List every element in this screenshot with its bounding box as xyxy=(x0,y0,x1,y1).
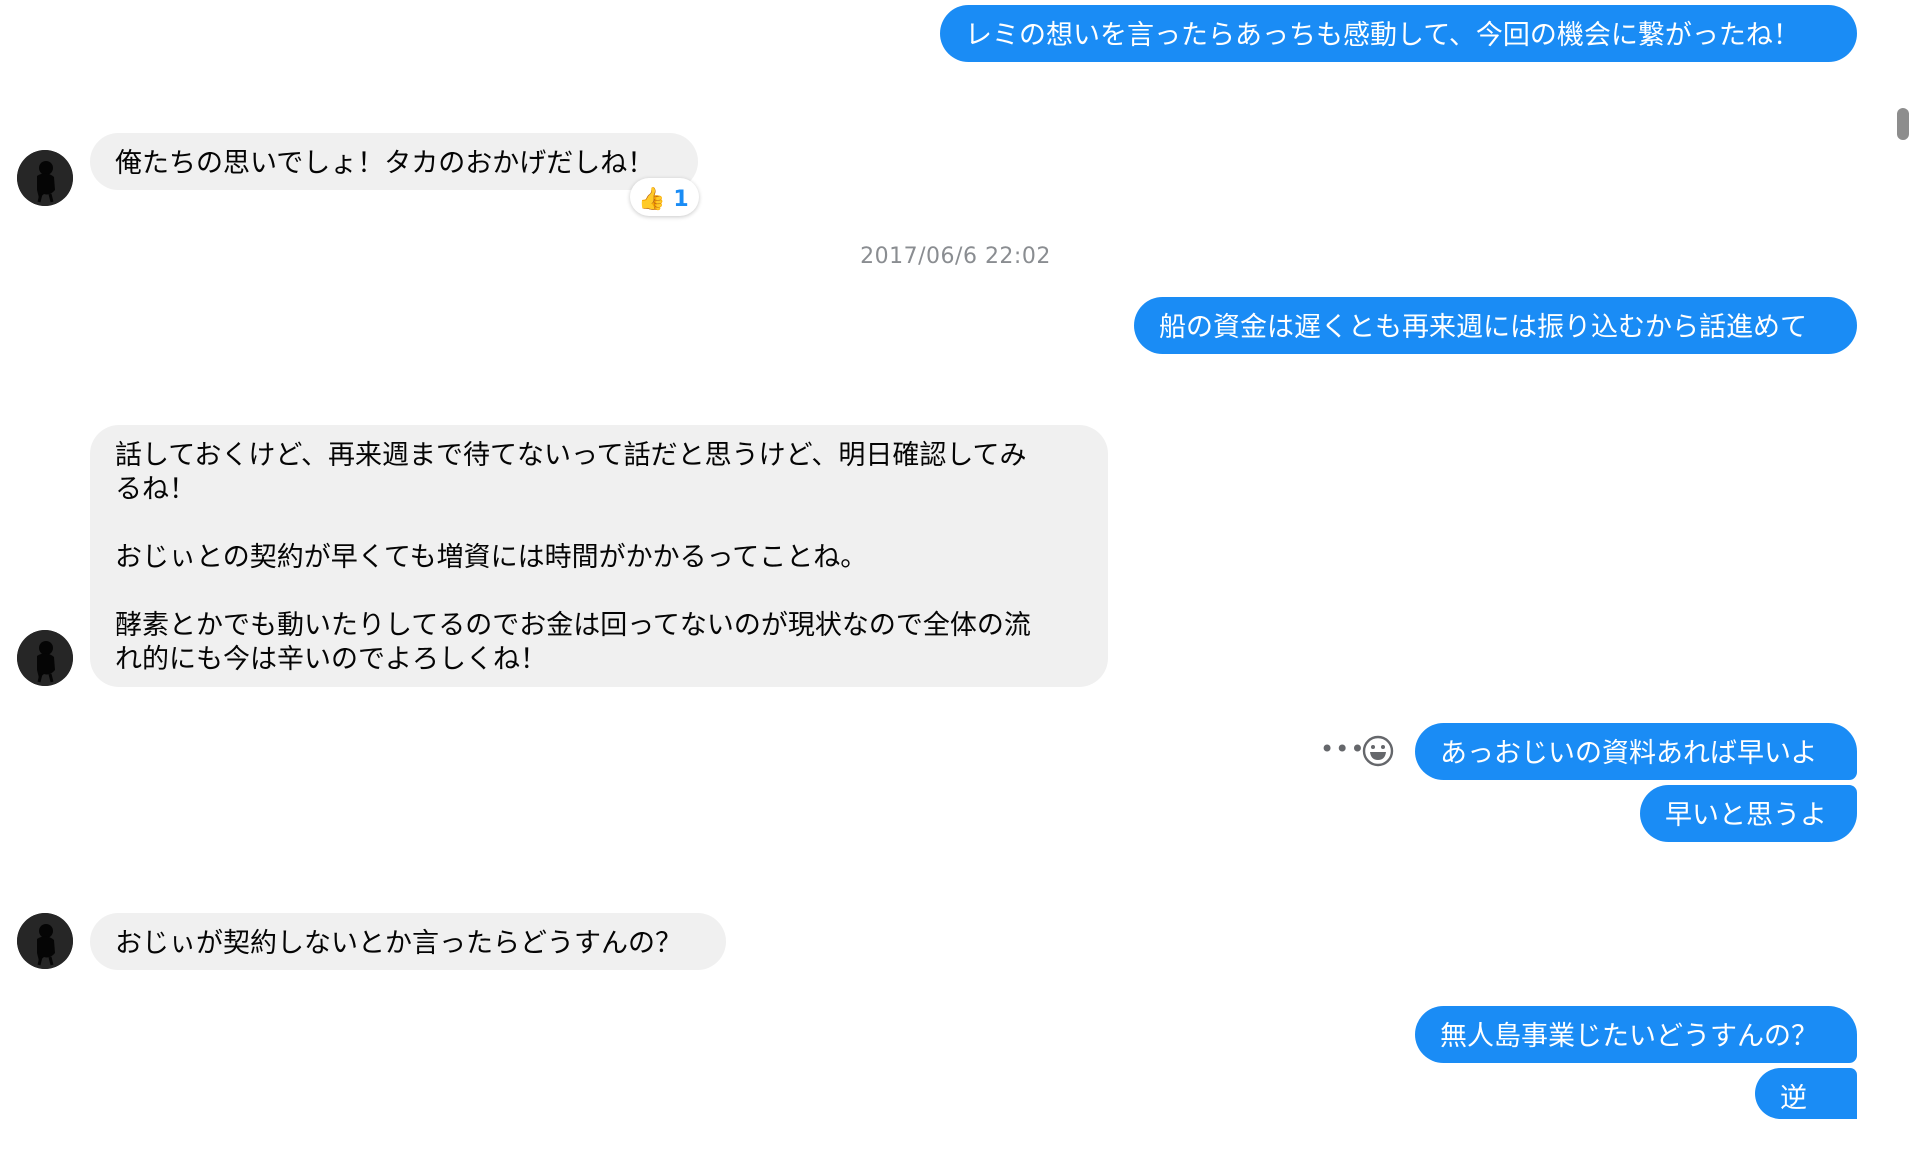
message-bubble-incoming[interactable]: おじぃが契約しないとか言ったらどうすんの？ xyxy=(90,913,726,970)
contact-avatar[interactable] xyxy=(17,150,73,206)
message-bubble-outgoing[interactable]: 船の資金は遅くとも再来週には振り込むから話進めて xyxy=(1134,297,1857,354)
contact-avatar[interactable] xyxy=(17,913,73,969)
message-bubble-outgoing[interactable]: レミの想いを言ったらあっちも感動して、今回の機会に繋がったね！ xyxy=(940,5,1857,62)
emoji-reaction-icon[interactable] xyxy=(1361,734,1395,768)
contact-avatar[interactable] xyxy=(17,630,73,686)
avatar-silhouette-icon xyxy=(17,630,73,686)
reaction-count: 1 xyxy=(673,186,689,212)
message-bubble-outgoing[interactable]: 無人島事業じたいどうすんの？ xyxy=(1415,1006,1857,1063)
conversation-timestamp: 2017/06/6 22:02 xyxy=(860,244,1051,269)
scrollbar-thumb[interactable] xyxy=(1897,108,1909,140)
avatar-silhouette-icon xyxy=(17,913,73,969)
avatar-silhouette-icon xyxy=(17,150,73,206)
message-reaction[interactable]: 👍 1 xyxy=(630,178,699,216)
message-bubble-outgoing[interactable]: あっおじいの資料あれば早いよ xyxy=(1415,723,1857,780)
thumbs-up-icon: 👍 xyxy=(638,186,666,212)
message-bubble-outgoing[interactable]: 逆に xyxy=(1755,1068,1857,1148)
message-bubble-outgoing[interactable]: 早いと思うよ xyxy=(1640,785,1857,842)
more-options-icon[interactable]: ••• xyxy=(1320,735,1365,763)
message-bubble-incoming[interactable]: 俺たちの思いでしょ！タカのおかげだしね！ xyxy=(90,133,698,190)
message-bubble-incoming[interactable]: 話しておくけど、再来週まで待てないって話だと思うけど、明日確認してみ るね！ お… xyxy=(90,425,1108,687)
